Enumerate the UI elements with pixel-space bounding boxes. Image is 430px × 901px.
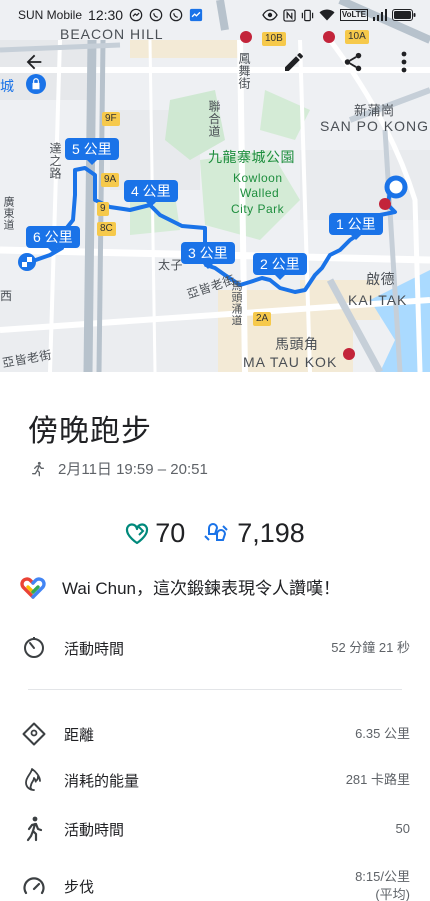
wifi-icon xyxy=(319,9,335,21)
share-icon xyxy=(344,52,362,72)
speedometer-icon xyxy=(20,872,48,900)
whatsapp-icon xyxy=(169,8,183,22)
start-marker xyxy=(384,175,408,199)
messenger-icon xyxy=(129,8,143,22)
activity-title: 傍晚跑步 xyxy=(28,415,152,448)
km-marker-1: 1 公里 xyxy=(329,213,383,240)
road-tag: 9F xyxy=(102,112,120,126)
road-tag: 9 xyxy=(97,202,109,216)
google-fit-icon xyxy=(20,576,46,599)
activity-time-row: 2月11日 19:59 – 20:51 xyxy=(30,458,208,479)
more-vert-icon xyxy=(401,51,407,73)
road-tag: 2A xyxy=(253,312,272,326)
divider xyxy=(28,689,402,690)
map-label-city-char: 城 xyxy=(0,78,15,94)
map-label-street-9: 達之路 xyxy=(48,142,62,180)
map-label-street-2: 鳳舞街 xyxy=(237,52,251,90)
signal-icon xyxy=(373,9,387,21)
battery-icon xyxy=(392,9,416,21)
map-label-street-8: 西 xyxy=(0,289,13,303)
distance-value: 6.35 公里 xyxy=(355,726,410,741)
active-time-label: 活動時間 xyxy=(64,821,125,839)
pace-value: 8:15/公里 (平均) xyxy=(355,868,410,901)
duration-row: 活動時間 52 分鐘 21 秒 xyxy=(20,634,410,662)
lock-pin-icon xyxy=(16,64,56,104)
pace-value-sub: (平均) xyxy=(375,887,410,901)
flame-icon xyxy=(20,766,48,794)
route-map[interactable]: BEACON HILL 新蒲崗 SAN PO KONG 九龍寨城公園 Kowlo… xyxy=(0,0,430,372)
pace-row: 步伐 8:15/公里 (平均) xyxy=(20,868,410,901)
vibrate-icon xyxy=(301,9,314,22)
activity-date-time: 2月11日 19:59 – 20:51 xyxy=(58,461,208,478)
active-time-value: 50 xyxy=(395,821,410,836)
fit-app-icon xyxy=(189,8,203,22)
location-diamond-icon xyxy=(20,720,48,748)
carrier-name: SUN Mobile xyxy=(18,8,83,22)
eye-icon xyxy=(262,9,278,21)
map-label-park-en-2: Walled xyxy=(240,186,280,200)
clock: 12:30 xyxy=(88,7,124,23)
pencil-icon xyxy=(285,52,303,71)
energy-row: 消耗的能量 281 卡路里 xyxy=(20,766,410,794)
share-button[interactable] xyxy=(333,42,373,82)
km-marker-5: 5 公里 xyxy=(65,138,119,165)
map-label-street-1: 聯合道 xyxy=(207,100,221,138)
km-marker-2: 2 公里 xyxy=(253,253,307,280)
map-label-street-7: 廣東道 xyxy=(2,196,14,231)
map-label-park-en-3: City Park xyxy=(231,202,285,216)
distance-label: 距離 xyxy=(64,726,95,744)
map-label-street-6: 馬頭涌道 xyxy=(230,280,242,326)
energy-label: 消耗的能量 xyxy=(64,772,140,790)
steps-icon xyxy=(204,522,228,541)
activity-detail-sheet: 傍晚跑步 2月11日 19:59 – 20:51 70 7,198 Wai Ch… xyxy=(0,372,430,901)
nfc-icon xyxy=(283,8,296,22)
km-marker-4: 4 公里 xyxy=(124,180,178,207)
map-label-street-5: 太子 xyxy=(158,258,184,272)
volte-icon: VoLTE xyxy=(339,9,368,21)
heart-points-icon xyxy=(126,522,149,544)
walking-icon xyxy=(20,815,48,843)
heart-points-metric: 70 xyxy=(125,518,185,549)
encouragement-row: Wai Chun，這次鍛鍊表現令人讚嘆！ xyxy=(20,574,340,599)
timer-icon xyxy=(20,634,48,662)
status-bar: SUN Mobile 12:30 VoLTE xyxy=(0,0,430,30)
map-label-ma-tau-kok-zh: 馬頭角 xyxy=(275,336,319,352)
steps-metric: 7,198 xyxy=(203,518,305,549)
pace-label: 步伐 xyxy=(64,878,95,896)
pace-value-main: 8:15/公里 xyxy=(355,869,410,884)
encouragement-message: Wai Chun，這次鍛鍊表現令人讚嘆！ xyxy=(62,579,341,598)
km-marker-6: 6 公里 xyxy=(26,226,80,253)
map-label-kai-tak-zh: 啟德 xyxy=(366,271,395,287)
running-icon xyxy=(31,461,44,476)
duration-value: 52 分鐘 21 秒 xyxy=(331,640,410,655)
km-marker-3: 3 公里 xyxy=(181,242,235,269)
distance-row: 距離 6.35 公里 xyxy=(20,720,410,748)
map-label-san-po-kong: SAN PO KONG xyxy=(320,118,430,134)
map-label-kai-tak: KAI TAK xyxy=(348,292,408,308)
steps-value: 7,198 xyxy=(237,518,305,548)
map-label-park-zh: 九龍寨城公園 xyxy=(208,149,295,165)
road-tag: 8C xyxy=(97,222,116,236)
road-tag: 9A xyxy=(101,173,120,187)
duration-label: 活動時間 xyxy=(64,640,125,658)
whatsapp-icon xyxy=(149,8,163,22)
map-label-san-po-kong-zh: 新蒲崗 xyxy=(354,103,395,118)
metrics-row: 70 7,198 xyxy=(0,518,430,549)
active-time-row: 活動時間 50 xyxy=(20,815,410,843)
more-options-button[interactable] xyxy=(384,42,424,82)
heart-points-value: 70 xyxy=(155,518,186,548)
energy-value: 281 卡路里 xyxy=(345,772,410,787)
map-label-ma-tau-kok: MA TAU KOK xyxy=(243,354,338,370)
edit-button[interactable] xyxy=(274,42,314,82)
map-label-park-en-1: Kowloon xyxy=(233,171,283,185)
